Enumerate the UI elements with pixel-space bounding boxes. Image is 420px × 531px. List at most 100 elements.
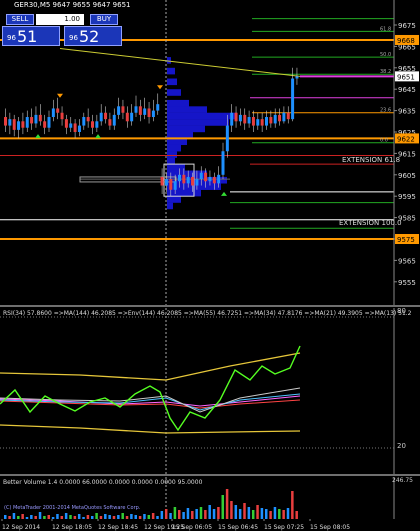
volume-bar (251, 510, 255, 519)
volume-bar (199, 507, 203, 519)
candle-body (60, 112, 64, 120)
candle-body (208, 176, 212, 182)
candle-body (251, 117, 255, 126)
candle-body (169, 179, 173, 190)
candle-body (34, 114, 38, 124)
fractal-up-arrow-icon (35, 134, 41, 139)
volume-bar (212, 509, 216, 519)
candle-body (295, 76, 299, 79)
trendline (59, 48, 301, 77)
candle-body (195, 179, 199, 186)
rsi-canvas (0, 308, 395, 474)
volume-bar (269, 511, 272, 519)
candle-body (12, 119, 16, 130)
candle-body (160, 176, 164, 186)
candle-body (125, 112, 129, 122)
candle-body (230, 112, 234, 126)
volume-indicator-panel[interactable]: Better Volume 1.4 0.0000 66.0000 0.0000 … (0, 477, 420, 519)
panel-divider[interactable] (0, 305, 420, 307)
time-axis: 12 Sep 2014 12 Sep 18:05 12 Sep 18:45 12 Se… (1, 519, 350, 531)
volume-bar (217, 507, 220, 519)
time-tick-label: 15 Sep 06:45 (218, 524, 258, 531)
profile-bar (167, 67, 175, 75)
rsi-line (0, 345, 301, 432)
profile-bar (167, 89, 181, 96)
ask-price-button[interactable]: 96 52 (64, 26, 122, 46)
lot-size-input[interactable]: 1.00 (36, 14, 84, 25)
candle-body (99, 112, 103, 122)
volume-bar (238, 509, 242, 519)
volume-bar (204, 510, 207, 519)
volume-bar (256, 505, 259, 519)
time-tick-label: 15 Sep 06:05 (172, 524, 212, 531)
volume-bar (230, 501, 233, 519)
price-tick-label: 9605 (398, 172, 416, 180)
sell-button[interactable]: SELL (6, 14, 34, 25)
profile-bar (167, 144, 181, 152)
candle-body (30, 117, 34, 124)
candle-body (108, 119, 112, 126)
volume-bar (160, 511, 164, 519)
volume-bar (260, 508, 264, 519)
volume-bar (38, 512, 42, 519)
price-chart[interactable]: 61.8 50.0 38.2 23.6 0.0 9675 9665 9655 9645 9635… (0, 0, 420, 305)
candle-body (221, 151, 225, 175)
candle-body (291, 78, 295, 120)
ask-price-prefix: 96 (69, 34, 78, 42)
candle-body (186, 176, 190, 184)
candle-body (143, 108, 147, 115)
rsi-envelope-upper (0, 352, 301, 381)
fractal-down-arrow-icon (157, 85, 163, 90)
fractal-down-arrow-icon (57, 93, 63, 98)
time-tick-label: 15 Sep 07:25 (264, 524, 304, 531)
candle-body (121, 106, 125, 113)
panel-divider[interactable] (0, 474, 420, 476)
volume-bar (191, 511, 194, 519)
candle-body (47, 117, 51, 128)
candle-body (69, 123, 73, 128)
candle-body (91, 121, 94, 128)
volume-bar (286, 508, 290, 519)
candle-body (138, 106, 142, 115)
price-tick-label: 9675 (398, 22, 416, 30)
profile-bar (167, 196, 181, 203)
fib-label: 50.0 (380, 52, 391, 58)
candle-body (104, 112, 108, 120)
candle-body (191, 176, 195, 186)
bid-price-button[interactable]: 96 51 (2, 26, 60, 46)
rsi-indicator-panel[interactable]: RSI(34) 57.8600 =>MA(144) 46.2085 =>Env(… (0, 308, 420, 474)
rsi-axis-20: 20 (397, 442, 406, 450)
candle-body (77, 125, 81, 132)
one-click-trade-panel: SELL 1.00 BUY 96 51 96 52 (2, 2, 124, 46)
candle-body (51, 108, 55, 118)
candle-body (247, 117, 251, 124)
candle-body (173, 181, 177, 190)
profile-bar (167, 125, 205, 133)
candle-body (4, 117, 7, 126)
profile-bar (167, 57, 171, 64)
candle-body (212, 176, 216, 184)
volume-axis-top: 246.75 (392, 477, 413, 484)
profile-bar (167, 157, 175, 165)
bid-price-prefix: 96 (7, 34, 16, 42)
time-tick-label: 15 Sep 08:05 (310, 524, 350, 531)
price-level-label-bottom: 9575 (397, 236, 415, 244)
price-axis: 9675966596559645963596259615960595959585… (393, 0, 419, 305)
fib-label: 23.6 (380, 108, 391, 114)
candle-body (286, 112, 290, 120)
candle-body (73, 123, 77, 132)
volume-bar (247, 507, 251, 519)
profile-bar (167, 119, 229, 126)
buy-button[interactable]: BUY (90, 14, 118, 25)
volume-bar (243, 503, 246, 519)
time-tick-label: 12 Sep 18:45 (98, 524, 138, 531)
fractal-up-arrow-icon (95, 134, 101, 139)
candle-body (64, 119, 68, 128)
candle-body (282, 112, 286, 122)
candle-body (278, 114, 282, 122)
fib-label: 38.2 (380, 69, 391, 75)
candle-body (260, 119, 264, 126)
candle-body (164, 179, 168, 186)
fib-label: 0.0 (380, 138, 388, 144)
volume-bar (195, 509, 198, 519)
